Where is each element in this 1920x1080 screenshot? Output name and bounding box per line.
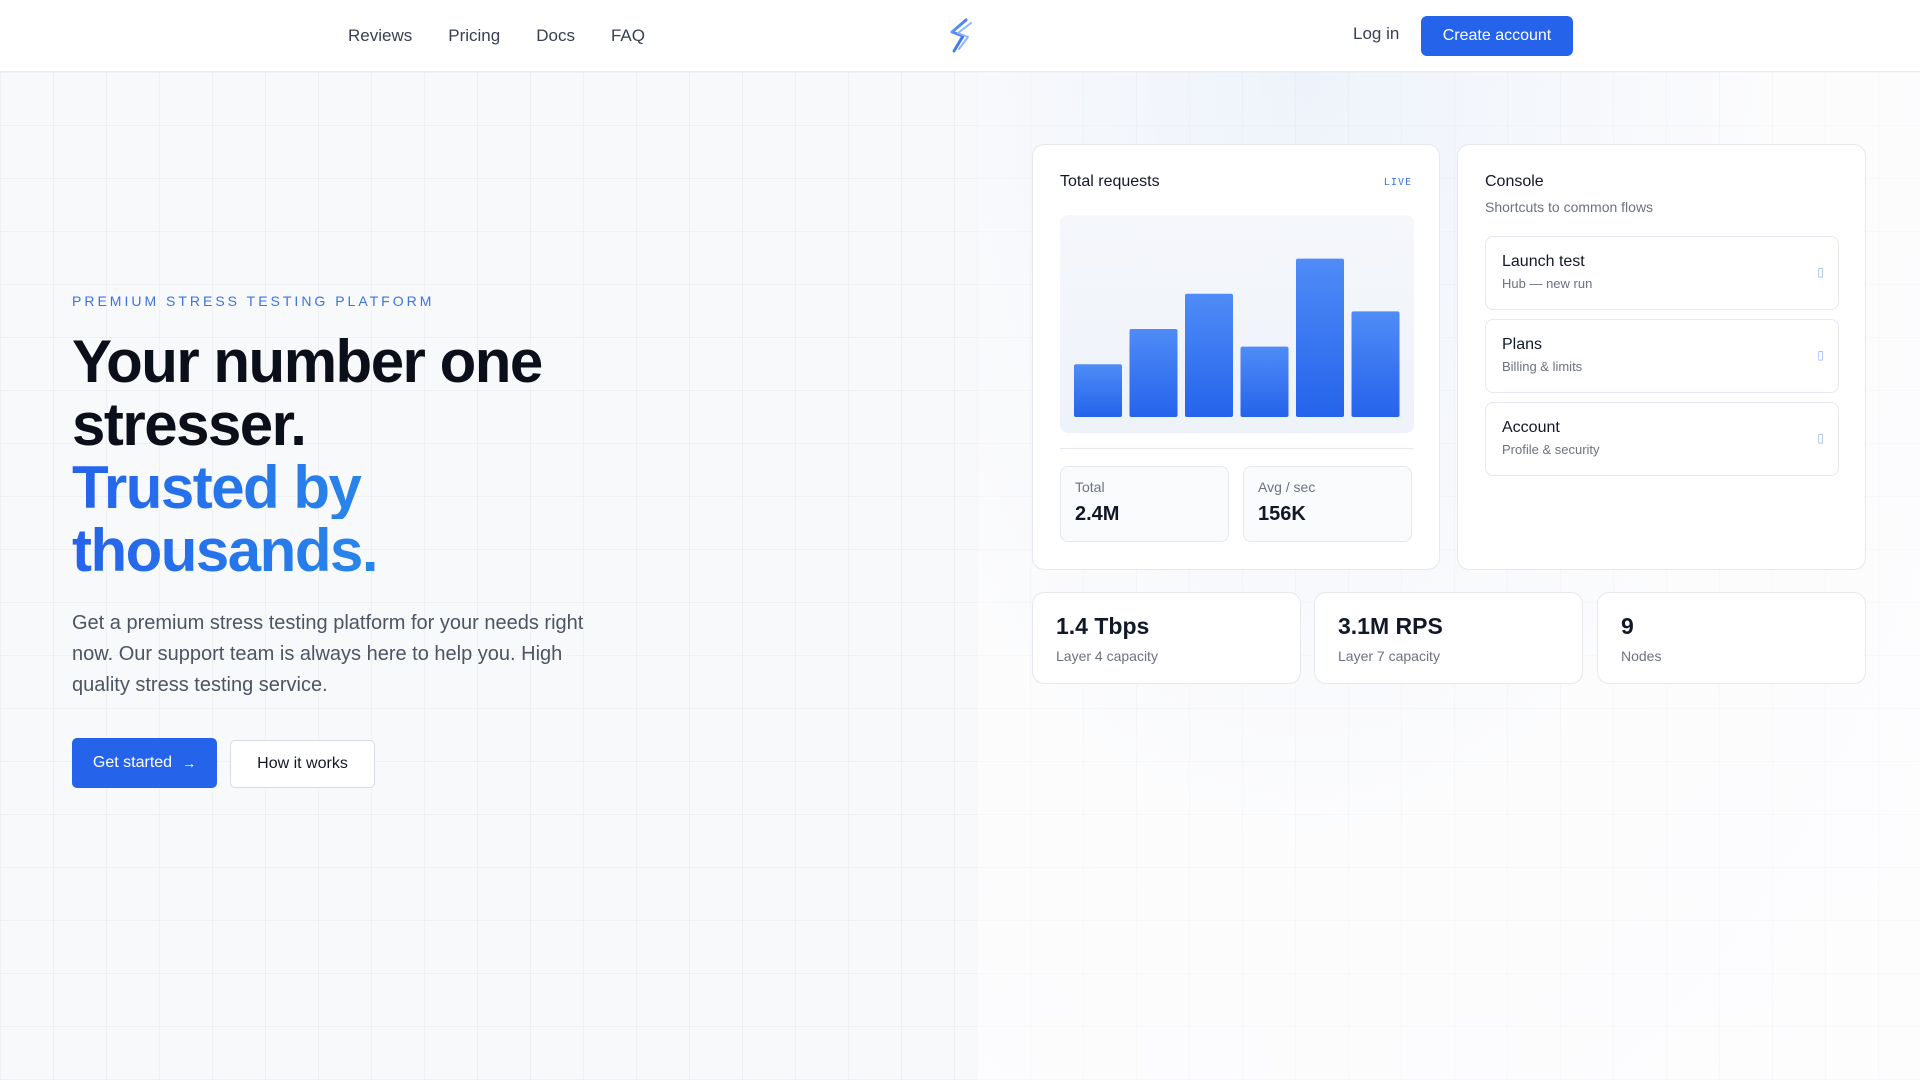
total-stat-label: Total xyxy=(1075,479,1105,495)
nav-link-pricing[interactable]: Pricing xyxy=(448,26,500,46)
total-stat: Total 2.4M xyxy=(1060,466,1229,542)
live-badge: LIVE xyxy=(1383,177,1412,188)
requests-card-title: Total requests xyxy=(1060,173,1160,190)
headline-line-1: Your number one xyxy=(72,328,543,395)
chevron-right-icon: ▯ xyxy=(1817,265,1824,279)
total-stat-value: 2.4M xyxy=(1075,503,1120,525)
console-item-launch-test[interactable]: Launch test Hub — new run ▯ xyxy=(1485,236,1839,310)
brand-logo-icon[interactable] xyxy=(946,18,976,54)
capacity-card-nodes: 9 Nodes xyxy=(1597,592,1866,684)
avg-stat-value: 156K xyxy=(1258,503,1306,525)
capacity-value: 9 xyxy=(1621,613,1634,639)
requests-bar-chart xyxy=(1060,215,1414,433)
capacity-value: 3.1M RPS xyxy=(1338,613,1443,639)
console-item-subtitle: Profile & security xyxy=(1502,442,1600,457)
chart-bar-5 xyxy=(1296,258,1344,417)
chart-bar-4 xyxy=(1240,346,1289,417)
capacity-label: Nodes xyxy=(1621,648,1662,664)
hero-headline: Your number one stresser. Trusted by tho… xyxy=(72,330,592,582)
avg-stat-label: Avg / sec xyxy=(1258,479,1316,495)
chart-bar-1 xyxy=(1074,364,1122,417)
create-account-button[interactable]: Create account xyxy=(1421,16,1573,56)
console-item-plans[interactable]: Plans Billing & limits ▯ xyxy=(1485,319,1839,393)
headline-line-2: stresser. xyxy=(72,391,307,458)
primary-nav: Reviews Pricing Docs FAQ xyxy=(348,0,645,72)
headline-line-4: thousands. xyxy=(72,519,592,582)
console-item-subtitle: Billing & limits xyxy=(1502,359,1583,374)
console-card: Console Shortcuts to common flows Launch… xyxy=(1457,144,1866,570)
total-requests-card: Total requests LIVE Total 2.4M Avg / sec… xyxy=(1032,144,1440,570)
headline-line-3: Trusted by xyxy=(72,456,592,519)
arrow-right-icon: → xyxy=(182,755,197,771)
capacity-label: Layer 7 capacity xyxy=(1338,648,1440,664)
chevron-right-icon: ▯ xyxy=(1817,348,1824,362)
hero-eyebrow: PREMIUM STRESS TESTING PLATFORM xyxy=(72,293,435,309)
console-title: Console xyxy=(1485,173,1544,190)
avg-per-sec-stat: Avg / sec 156K xyxy=(1243,466,1412,542)
capacity-card-layer7: 3.1M RPS Layer 7 capacity xyxy=(1314,592,1583,684)
nav-link-reviews[interactable]: Reviews xyxy=(348,26,412,46)
chart-bar-6 xyxy=(1351,311,1400,417)
console-item-title: Launch test xyxy=(1502,253,1585,270)
capacity-card-layer4: 1.4 Tbps Layer 4 capacity xyxy=(1032,592,1301,684)
how-it-works-button[interactable]: How it works xyxy=(230,740,375,788)
top-navigation-bar: Reviews Pricing Docs FAQ Log in Create a… xyxy=(0,0,1920,72)
card-divider xyxy=(1060,448,1414,449)
hero-description: Get a premium stress testing platform fo… xyxy=(72,612,584,696)
nav-link-faq[interactable]: FAQ xyxy=(611,26,645,46)
nav-link-docs[interactable]: Docs xyxy=(536,26,575,46)
get-started-label: Get started xyxy=(92,754,173,771)
console-item-account[interactable]: Account Profile & security ▯ xyxy=(1485,402,1839,476)
chart-bar-2 xyxy=(1129,329,1178,417)
chevron-right-icon: ▯ xyxy=(1817,431,1824,445)
console-item-title: Account xyxy=(1502,419,1560,436)
console-item-subtitle: Hub — new run xyxy=(1502,276,1593,291)
console-subtitle: Shortcuts to common flows xyxy=(1485,199,1654,215)
capacity-value: 1.4 Tbps xyxy=(1056,613,1150,639)
console-item-title: Plans xyxy=(1502,336,1543,353)
bar-chart-svg xyxy=(1074,258,1400,417)
capacity-label: Layer 4 capacity xyxy=(1056,648,1158,664)
get-started-button[interactable]: Get started → xyxy=(72,738,217,788)
login-link[interactable]: Log in xyxy=(1353,24,1399,44)
chart-bar-3 xyxy=(1185,293,1233,417)
